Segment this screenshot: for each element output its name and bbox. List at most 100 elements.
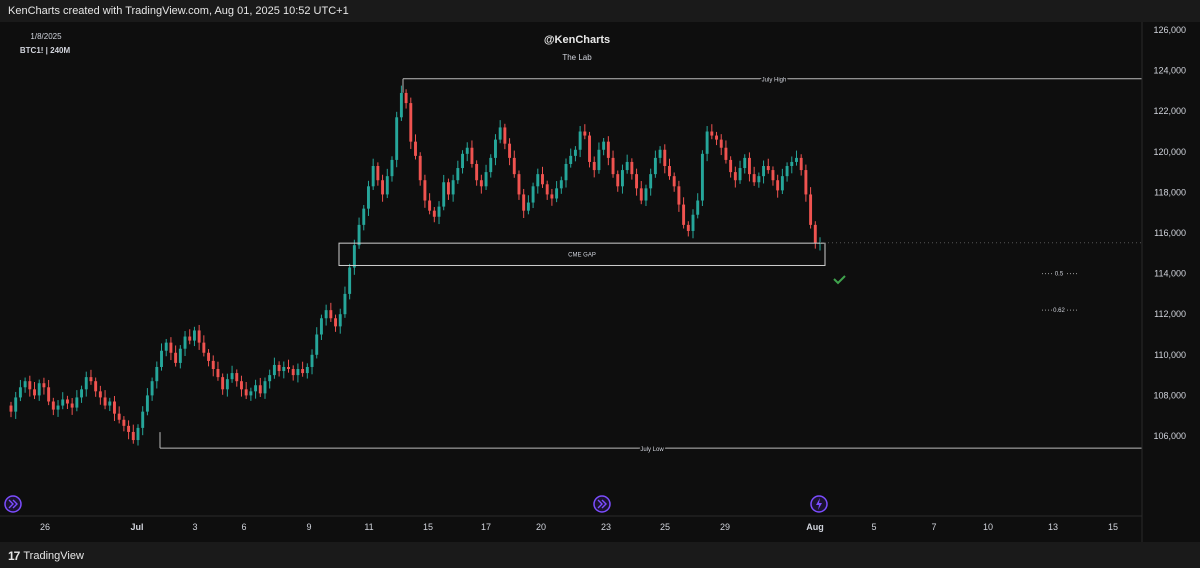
candle-body <box>470 147 474 164</box>
candle-body <box>508 143 512 158</box>
brand-label: TradingView <box>23 550 84 562</box>
july-high-label: July High <box>762 78 787 84</box>
candle-body <box>84 377 88 390</box>
time-tick-label: 9 <box>306 522 311 532</box>
july-low-label: July Low <box>640 447 664 453</box>
candle-body <box>244 389 248 396</box>
candle-body <box>428 200 432 211</box>
candle-body <box>301 369 305 374</box>
candle-body <box>9 405 13 412</box>
candle-body <box>254 385 258 392</box>
candle-body <box>696 200 700 215</box>
time-tick-label: 23 <box>601 522 611 532</box>
candle-body <box>555 188 559 199</box>
candle-body <box>545 184 549 195</box>
candle-body <box>150 381 154 396</box>
candle-body <box>456 168 460 181</box>
time-tick-label: 15 <box>1108 522 1118 532</box>
candle-body <box>451 180 455 195</box>
footer-bar: 17 TradingView <box>0 542 1200 568</box>
candle-body <box>724 147 728 160</box>
chart-caption-bar: KenCharts created with TradingView.com, … <box>0 0 1200 23</box>
candle-body <box>442 182 446 207</box>
candle-body <box>287 366 290 370</box>
price-tick-label: 114,000 <box>1154 269 1186 279</box>
candle-body <box>635 174 639 189</box>
price-tick-label: 110,000 <box>1154 350 1186 360</box>
symbol-label: BTC1! | 240M <box>20 46 71 55</box>
fib-level-label: 0.62 <box>1053 308 1065 314</box>
candle-body <box>423 180 427 201</box>
candle-body <box>465 147 469 154</box>
tradingview-brand[interactable]: 17 TradingView <box>8 549 84 563</box>
candle-body <box>47 387 51 402</box>
time-tick-label: 26 <box>40 522 50 532</box>
candle-body <box>658 149 662 158</box>
candle-body <box>653 157 657 175</box>
candle-body <box>192 330 196 341</box>
price-tick-label: 118,000 <box>1154 187 1186 197</box>
candle-body <box>70 403 74 408</box>
candle-body <box>155 366 159 382</box>
time-tick-label: 6 <box>241 522 246 532</box>
candle-body <box>573 149 577 156</box>
candle-body <box>592 161 596 171</box>
candle-body <box>160 350 163 367</box>
chart-date: 1/8/2025 <box>30 32 62 41</box>
candle-body <box>484 172 488 187</box>
candle-body <box>145 395 149 412</box>
candle-body <box>771 170 775 181</box>
fast-forward-event-icon[interactable] <box>4 495 22 513</box>
candle-body <box>357 224 361 246</box>
candle-body <box>479 180 483 187</box>
time-tick-label: Aug <box>806 522 824 532</box>
candlestick-chart[interactable]: July HighJuly LowCME GAP0.50.62115,52017… <box>0 22 1200 542</box>
candle-body <box>762 166 766 177</box>
candle-body <box>221 377 225 390</box>
candle-body <box>682 204 686 225</box>
candle-body <box>559 180 563 189</box>
candle-body <box>475 163 479 181</box>
candle-body <box>437 206 441 217</box>
candle-body <box>672 176 676 187</box>
candle-body <box>23 381 27 388</box>
candle-body <box>371 166 375 187</box>
candle-body <box>517 174 521 195</box>
candle-body <box>131 431 135 441</box>
candle-body <box>526 202 530 211</box>
lightning-event-icon[interactable] <box>810 495 828 513</box>
candle-body <box>174 352 178 363</box>
candle-body <box>94 381 98 392</box>
candle-body <box>249 391 253 396</box>
candle-body <box>329 310 333 319</box>
candle-body <box>75 397 79 408</box>
price-tick-label: 120,000 <box>1153 147 1186 157</box>
author-handle: @KenCharts <box>544 34 610 46</box>
candle-body <box>258 385 262 394</box>
fast-forward-event-icon[interactable] <box>593 495 611 513</box>
chart-area[interactable]: July HighJuly LowCME GAP0.50.62115,52017… <box>0 22 1200 542</box>
candle-body <box>399 92 403 118</box>
time-tick-label: Jul <box>130 522 143 532</box>
candle-body <box>291 369 295 376</box>
candle-body <box>103 397 107 406</box>
candle-body <box>272 364 276 376</box>
candle-body <box>117 413 121 420</box>
candle-body <box>757 176 761 183</box>
candle-body <box>668 166 671 177</box>
chart-caption: KenCharts created with TradingView.com, … <box>8 5 349 17</box>
price-tick-label: 116,000 <box>1154 228 1186 238</box>
candle-body <box>296 369 300 376</box>
candle-body <box>799 157 803 171</box>
candle-body <box>390 159 394 177</box>
candle-body <box>813 224 817 244</box>
candle-body <box>512 157 516 175</box>
candle-body <box>625 161 629 171</box>
candle-body <box>752 174 756 183</box>
candle-body <box>268 375 272 382</box>
candle-body <box>795 157 798 162</box>
candle-body <box>28 381 32 390</box>
candle-body <box>37 383 41 396</box>
candle-body <box>541 174 544 185</box>
candle-body <box>766 166 770 171</box>
